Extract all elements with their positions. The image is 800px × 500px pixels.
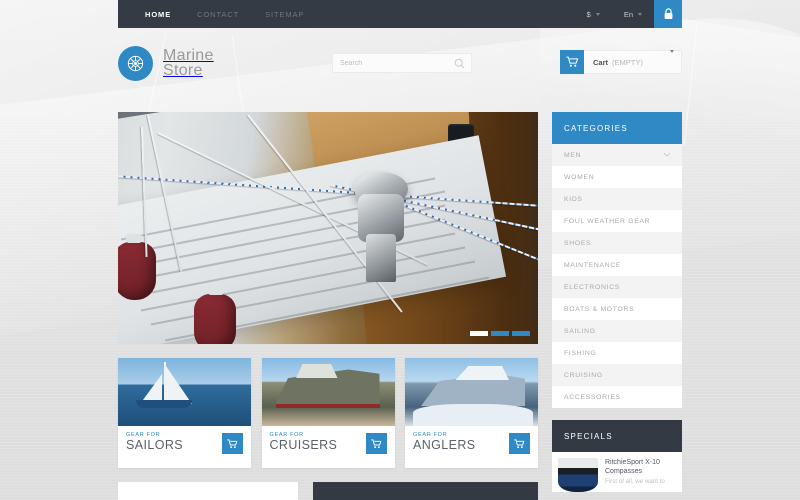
site-header: Marine Store Cart (EMPTY) xyxy=(118,28,682,98)
slider-dot-1[interactable] xyxy=(470,331,488,336)
currency-selector[interactable]: $ xyxy=(575,10,612,19)
cart-dropdown-toggle[interactable] xyxy=(670,50,681,71)
sidebar-item-label: MAINTENANCE xyxy=(564,261,622,269)
chevron-down-icon xyxy=(595,12,600,16)
promo-image-sailors xyxy=(118,358,251,426)
promo-cart-button[interactable] xyxy=(365,433,387,454)
slide-winch xyxy=(350,172,412,292)
sidebar: CATEGORIES MEN WOMEN KIDS FOUL WEATHER G… xyxy=(552,112,682,492)
categories-panel-header: CATEGORIES xyxy=(552,112,682,144)
sidebar-item-sailing[interactable]: SAILING xyxy=(552,320,682,342)
sidebar-item-label: KIDS xyxy=(564,195,583,203)
special-product-info: RitchieSport X-10 Compasses First of all… xyxy=(605,458,674,492)
sidebar-item-men[interactable]: MEN xyxy=(552,144,682,166)
special-product-thumbnail xyxy=(558,458,598,492)
promo-body-cruisers: GEAR FOR CRUISERS xyxy=(262,426,395,468)
cart-widget[interactable]: Cart (EMPTY) xyxy=(560,50,682,74)
special-product-description: First of all, we want to xyxy=(605,478,665,485)
slide-fender xyxy=(194,294,236,344)
chevron-down-icon[interactable] xyxy=(663,152,671,159)
sidebar-item-accessories[interactable]: ACCESSORIES xyxy=(552,386,682,408)
promo-body-anglers: GEAR FOR ANGLERS xyxy=(405,426,538,468)
chevron-down-icon xyxy=(670,50,674,70)
sidebar-item-foul-weather-gear[interactable]: FOUL WEATHER GEAR xyxy=(552,210,682,232)
sidebar-item-label: FOUL WEATHER GEAR xyxy=(564,217,651,225)
hero-slider[interactable] xyxy=(118,112,538,344)
sidebar-item-shoes[interactable]: SHOES xyxy=(552,232,682,254)
promo-body-sailors: GEAR FOR SAILORS xyxy=(118,426,251,468)
ship-wheel-icon xyxy=(127,55,144,71)
logo-badge xyxy=(118,45,153,81)
cart-label: Cart xyxy=(593,57,609,67)
categories-list: MEN WOMEN KIDS FOUL WEATHER GEAR SHOES M… xyxy=(552,144,682,408)
bottom-dark-panel xyxy=(313,482,538,500)
language-selector[interactable]: En xyxy=(612,10,654,19)
chevron-down-icon xyxy=(638,12,642,16)
slide-fender xyxy=(118,242,156,300)
special-product-row[interactable]: RitchieSport X-10 Compasses First of all… xyxy=(552,452,682,492)
sidebar-item-maintenance[interactable]: MAINTENANCE xyxy=(552,254,682,276)
sidebar-item-label: ELECTRONICS xyxy=(564,283,621,291)
search-input[interactable] xyxy=(333,59,454,67)
hero-slide-image xyxy=(118,112,538,344)
sidebar-item-label: SHOES xyxy=(564,239,592,247)
top-navigation: HOME CONTACT SITEMAP xyxy=(118,10,317,19)
lock-icon xyxy=(664,8,672,19)
sidebar-item-electronics[interactable]: ELECTRONICS xyxy=(552,276,682,298)
sidebar-item-label: BOATS & MOTORS xyxy=(564,305,635,313)
logo-line-1: Marine xyxy=(163,47,214,64)
logo-wordmark: Marine Store xyxy=(163,47,214,79)
top-bar: HOME CONTACT SITEMAP $ En xyxy=(118,0,682,28)
shopping-cart-icon xyxy=(370,438,382,448)
sidebar-item-label: FISHING xyxy=(564,349,597,357)
account-lock-button[interactable] xyxy=(654,0,682,28)
shopping-cart-icon xyxy=(227,438,238,448)
specials-panel: SPECIALS RitchieSport X-10 Compasses Fir… xyxy=(552,420,682,492)
shopping-cart-icon xyxy=(514,438,525,448)
search-icon[interactable] xyxy=(454,58,471,69)
slider-dot-2[interactable] xyxy=(491,331,509,336)
slider-pagination[interactable] xyxy=(470,331,530,336)
sidebar-item-label: WOMEN xyxy=(564,173,595,181)
nav-item-sitemap[interactable]: SITEMAP xyxy=(252,10,317,19)
page-root: HOME CONTACT SITEMAP $ En Marine Store S… xyxy=(0,0,800,500)
special-product-name[interactable]: RitchieSport X-10 Compasses xyxy=(605,458,674,476)
shopping-cart-icon xyxy=(565,56,578,67)
specials-panel-header: SPECIALS xyxy=(552,420,682,452)
nav-item-home[interactable]: HOME xyxy=(132,10,184,19)
promo-cart-button[interactable] xyxy=(222,433,243,454)
sidebar-item-cruising[interactable]: CRUISING xyxy=(552,364,682,386)
sidebar-item-fishing[interactable]: FISHING xyxy=(552,342,682,364)
sidebar-item-boats-and-motors[interactable]: BOATS & MOTORS xyxy=(552,298,682,320)
promo-cart-button[interactable] xyxy=(509,433,530,454)
search-box[interactable] xyxy=(332,53,472,73)
sidebar-item-label: MEN xyxy=(564,151,582,159)
promo-image-anglers xyxy=(405,358,538,426)
logo-line-2: Store xyxy=(163,62,203,79)
promo-card-sailors[interactable]: GEAR FOR SAILORS xyxy=(118,358,251,468)
sidebar-item-kids[interactable]: KIDS xyxy=(552,188,682,210)
cart-status: (EMPTY) xyxy=(612,57,643,67)
site-logo[interactable]: Marine Store xyxy=(118,45,214,81)
language-label: En xyxy=(623,9,633,19)
sidebar-item-label: ACCESSORIES xyxy=(564,393,621,401)
promo-card-list: GEAR FOR SAILORS GEAR FOR CRUISERS GEAR … xyxy=(118,358,538,468)
promo-card-cruisers[interactable]: GEAR FOR CRUISERS xyxy=(261,358,395,468)
sidebar-item-women[interactable]: WOMEN xyxy=(552,166,682,188)
promo-image-cruisers xyxy=(261,358,395,426)
cart-icon-button[interactable] xyxy=(560,50,584,74)
bottom-left-panel xyxy=(118,482,298,500)
currency-label: $ xyxy=(586,9,591,19)
categories-title: CATEGORIES xyxy=(564,123,628,133)
promo-card-anglers[interactable]: GEAR FOR ANGLERS xyxy=(405,358,538,468)
nav-item-contact[interactable]: CONTACT xyxy=(184,10,252,19)
specials-title: SPECIALS xyxy=(564,431,613,441)
slider-dot-3[interactable] xyxy=(512,331,530,336)
sidebar-item-label: CRUISING xyxy=(564,371,603,379)
top-bar-right: $ En xyxy=(575,0,682,28)
sidebar-item-label: SAILING xyxy=(564,327,596,335)
